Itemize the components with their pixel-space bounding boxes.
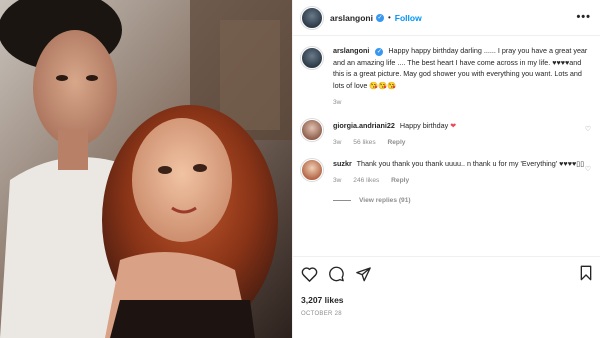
comment-time: 3w: [333, 139, 342, 146]
comment-time: 3w: [333, 177, 342, 184]
caption: arslangoni ✓ Happy happy birthday darling…: [301, 45, 593, 109]
follow-button[interactable]: Follow: [395, 13, 422, 23]
comment-meta: 3w 56 likes Reply: [333, 137, 593, 149]
small-heart-icon[interactable]: ♡: [585, 125, 591, 133]
verified-badge-icon: ✓: [375, 13, 384, 22]
comment-meta: 3w 246 likes Reply: [333, 175, 593, 187]
comment-text: Happy birthday: [399, 120, 449, 130]
post-photo[interactable]: [0, 0, 292, 338]
post-photo-image: [0, 0, 292, 338]
comments-list[interactable]: arslangoni ✓ Happy happy birthday darling…: [293, 37, 600, 255]
comment-likes[interactable]: 56 likes: [353, 139, 375, 146]
comment-text: Thank you thank you thank uuuu.. n thank…: [356, 158, 585, 168]
verified-badge-icon: ✓: [375, 48, 384, 56]
view-replies-button[interactable]: View replies (91): [333, 197, 593, 204]
comment-item: giorgia.andriani22 Happy birthday ❤ 3w 5…: [301, 117, 593, 149]
share-icon[interactable]: [355, 266, 372, 282]
small-heart-icon[interactable]: ♡: [585, 165, 591, 173]
post-panel: arslangoni ✓ • Follow ••• arslangoni ✓ Ha…: [292, 0, 600, 338]
bookmark-icon[interactable]: [579, 265, 593, 286]
avatar[interactable]: [301, 118, 323, 141]
post-date[interactable]: OCTOBER 28: [301, 311, 593, 317]
comment-item: suzkr Thank you thank you thank uuuu.. n…: [301, 157, 593, 187]
avatar[interactable]: [301, 158, 323, 181]
post-username[interactable]: arslangoni: [330, 13, 373, 23]
comment-username[interactable]: giorgia.andriani22: [333, 121, 395, 130]
caption-meta: 3w: [333, 97, 593, 109]
actions-bar: 3,207 likes OCTOBER 28: [293, 256, 600, 338]
caption-time: 3w: [333, 99, 342, 106]
more-options-icon[interactable]: •••: [576, 11, 591, 23]
avatar[interactable]: [301, 6, 323, 29]
reply-button[interactable]: Reply: [387, 139, 405, 146]
replies-divider: [333, 199, 351, 201]
likes-count[interactable]: 3,207 likes: [301, 295, 593, 305]
caption-emojis: 😘😘😘: [369, 80, 397, 90]
heart-outline-icon[interactable]: [301, 266, 318, 282]
comment-likes[interactable]: 246 likes: [353, 177, 379, 184]
caption-username[interactable]: arslangoni: [333, 46, 369, 55]
reply-button[interactable]: Reply: [391, 177, 409, 184]
comment-username[interactable]: suzkr: [333, 159, 352, 168]
red-heart-emoji: ❤: [450, 120, 457, 130]
separator-dot: •: [387, 13, 391, 22]
comment-icon[interactable]: [328, 266, 345, 282]
view-replies-label: View replies (91): [359, 196, 411, 204]
avatar[interactable]: [301, 47, 323, 69]
post-header: arslangoni ✓ • Follow •••: [293, 0, 600, 36]
